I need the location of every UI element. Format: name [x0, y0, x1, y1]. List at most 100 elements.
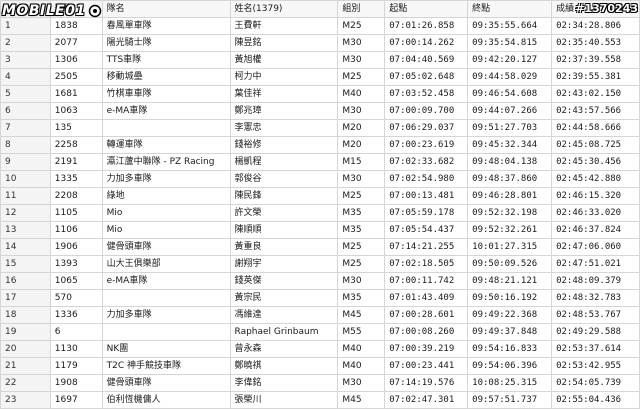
bib-cell[interactable]: 570: [49, 289, 103, 307]
start-time-cell[interactable]: 07:00:23.441: [384, 357, 469, 375]
bib-cell[interactable]: 1908: [49, 374, 103, 392]
group-cell[interactable]: M15: [337, 153, 386, 171]
result-time-cell[interactable]: 02:48:53.767: [551, 306, 640, 324]
bib-cell[interactable]: 1105: [49, 204, 103, 222]
group-cell[interactable]: M25: [337, 255, 386, 273]
group-cell[interactable]: M20: [337, 119, 386, 137]
group-cell[interactable]: M25: [337, 17, 386, 35]
table-row[interactable]: 6 1063 e-MA車隊 鄭兆璋 M30 07:00:09.700 09:44:07.26…: [0, 102, 640, 120]
bib-cell[interactable]: 1838: [49, 17, 103, 35]
team-cell[interactable]: 健骨頭車隊: [101, 374, 231, 392]
group-cell[interactable]: M30: [337, 170, 386, 188]
finish-time-cell[interactable]: 09:54:16.833: [467, 340, 553, 358]
row-number[interactable]: 22: [0, 374, 51, 392]
result-time-cell[interactable]: 02:46:15.320: [551, 187, 640, 205]
start-time-cell[interactable]: 07:02:18.505: [384, 255, 469, 273]
finish-time-cell[interactable]: 09:49:22.368: [467, 306, 553, 324]
start-time-cell[interactable]: 07:05:02.648: [384, 68, 469, 86]
name-cell[interactable]: 楊凱程: [229, 153, 339, 171]
result-time-cell[interactable]: 02:54:05.739: [551, 374, 640, 392]
finish-time-cell[interactable]: 09:48:04.138: [467, 153, 553, 171]
team-cell[interactable]: 健骨頭車隊: [101, 238, 231, 256]
result-time-cell[interactable]: 02:47:51.021: [551, 255, 640, 273]
row-number[interactable]: 11: [0, 187, 51, 205]
row-number[interactable]: 10: [0, 170, 51, 188]
group-cell[interactable]: M30: [337, 34, 386, 52]
team-cell[interactable]: 伯利恆機傭人: [101, 391, 231, 409]
finish-time-cell[interactable]: 09:48:37.860: [467, 170, 553, 188]
result-time-cell[interactable]: 02:35:40.553: [551, 34, 640, 52]
table-row[interactable]: 9 2191 瀛江蘆中聯隊 - PZ Racing 楊凱程 M15 07:02:33.68…: [0, 153, 640, 171]
start-time-cell[interactable]: 07:00:11.742: [384, 272, 469, 290]
name-cell[interactable]: 張榮川: [229, 391, 339, 409]
start-time-cell[interactable]: 07:14:19.576: [384, 374, 469, 392]
team-cell[interactable]: 瀛江蘆中聯隊 - PZ Racing: [101, 153, 231, 171]
table-row[interactable]: 18 1336 力加多車隊 馮維達 M45 07:00:28.601 09:49:22.36…: [0, 306, 640, 324]
name-cell[interactable]: 黃宗民: [229, 289, 339, 307]
table-row[interactable]: 10 1335 力加多車隊 郭俊谷 M30 07:02:54.980 09:48:37.86…: [0, 170, 640, 188]
table-row[interactable]: 14 1906 健骨頭車隊 黃重良 M25 07:14:21.255 10:01:27.31…: [0, 238, 640, 256]
team-cell[interactable]: T2C 神手競技車隊: [101, 357, 231, 375]
team-cell[interactable]: [101, 323, 231, 341]
row-number[interactable]: 16: [0, 272, 51, 290]
team-cell[interactable]: 春風單車隊: [101, 17, 231, 35]
team-cell[interactable]: Mio: [101, 221, 231, 239]
start-time-cell[interactable]: 07:00:14.262: [384, 34, 469, 52]
name-cell[interactable]: Raphael Grinbaum: [229, 323, 339, 341]
name-cell[interactable]: 陳順順: [229, 221, 339, 239]
group-cell[interactable]: M25: [337, 238, 386, 256]
team-cell[interactable]: 山大王俱樂部: [101, 255, 231, 273]
finish-time-cell[interactable]: 09:44:07.266: [467, 102, 553, 120]
finish-time-cell[interactable]: 09:46:54.608: [467, 85, 553, 103]
bib-cell[interactable]: 2208: [49, 187, 103, 205]
header-name[interactable]: 姓名(1379): [229, 0, 339, 18]
result-time-cell[interactable]: 02:45:08.725: [551, 136, 640, 154]
start-time-cell[interactable]: 07:02:54.980: [384, 170, 469, 188]
bib-cell[interactable]: 1106: [49, 221, 103, 239]
table-row[interactable]: 20 1130 NK團 曾永森 M40 07:00:39.219 09:54:16.833 0…: [0, 340, 640, 358]
start-time-cell[interactable]: 07:03:52.458: [384, 85, 469, 103]
row-number[interactable]: 14: [0, 238, 51, 256]
result-time-cell[interactable]: 02:39:55.381: [551, 68, 640, 86]
name-cell[interactable]: 曾永森: [229, 340, 339, 358]
bib-cell[interactable]: 2258: [49, 136, 103, 154]
table-row[interactable]: 16 1065 e-MA車隊 錢英傑 M30 07:00:11.742 09:48:21.1…: [0, 272, 640, 290]
row-number[interactable]: 20: [0, 340, 51, 358]
bib-cell[interactable]: 1336: [49, 306, 103, 324]
team-cell[interactable]: Mio: [101, 204, 231, 222]
row-number[interactable]: 6: [0, 102, 51, 120]
row-number[interactable]: 21: [0, 357, 51, 375]
result-time-cell[interactable]: 02:43:57.566: [551, 102, 640, 120]
table-row[interactable]: 11 2208 綠地 陳民鋒 M25 07:00:13.481 09:46:28.801 02…: [0, 187, 640, 205]
team-cell[interactable]: 綠地: [101, 187, 231, 205]
finish-time-cell[interactable]: 10:01:27.315: [467, 238, 553, 256]
name-cell[interactable]: 錢英傑: [229, 272, 339, 290]
result-time-cell[interactable]: 02:37:39.558: [551, 51, 640, 69]
name-cell[interactable]: 陳昱銘: [229, 34, 339, 52]
name-cell[interactable]: 謝翔宇: [229, 255, 339, 273]
row-number[interactable]: 15: [0, 255, 51, 273]
bib-cell[interactable]: 1130: [49, 340, 103, 358]
team-cell[interactable]: [101, 289, 231, 307]
team-cell[interactable]: NK團: [101, 340, 231, 358]
name-cell[interactable]: 葉佳祥: [229, 85, 339, 103]
start-time-cell[interactable]: 07:04:40.569: [384, 51, 469, 69]
result-time-cell[interactable]: 02:53:37.614: [551, 340, 640, 358]
row-number[interactable]: 17: [0, 289, 51, 307]
group-cell[interactable]: M30: [337, 51, 386, 69]
row-number[interactable]: 8: [0, 136, 51, 154]
table-row[interactable]: 8 2258 轉運車隊 錢裕修 M20 07:00:23.619 09:45:32.344 0…: [0, 136, 640, 154]
table-row[interactable]: 19 6 Raphael Grinbaum M55 07:00:08.260 09:49:…: [0, 323, 640, 341]
team-cell[interactable]: TTS車隊: [101, 51, 231, 69]
table-row[interactable]: 15 1393 山大王俱樂部 謝翔宇 M25 07:02:18.505 09:50:09.5…: [0, 255, 640, 273]
result-time-cell[interactable]: 02:55:04.436: [551, 391, 640, 409]
group-cell[interactable]: M35: [337, 221, 386, 239]
result-time-cell[interactable]: 02:49:29.588: [551, 323, 640, 341]
row-number[interactable]: 1: [0, 17, 51, 35]
group-cell[interactable]: M30: [337, 272, 386, 290]
bib-cell[interactable]: 135: [49, 119, 103, 137]
header-start[interactable]: 起點: [384, 0, 469, 18]
row-number[interactable]: 3: [0, 51, 51, 69]
group-cell[interactable]: M30: [337, 102, 386, 120]
start-time-cell[interactable]: 07:02:47.301: [384, 391, 469, 409]
